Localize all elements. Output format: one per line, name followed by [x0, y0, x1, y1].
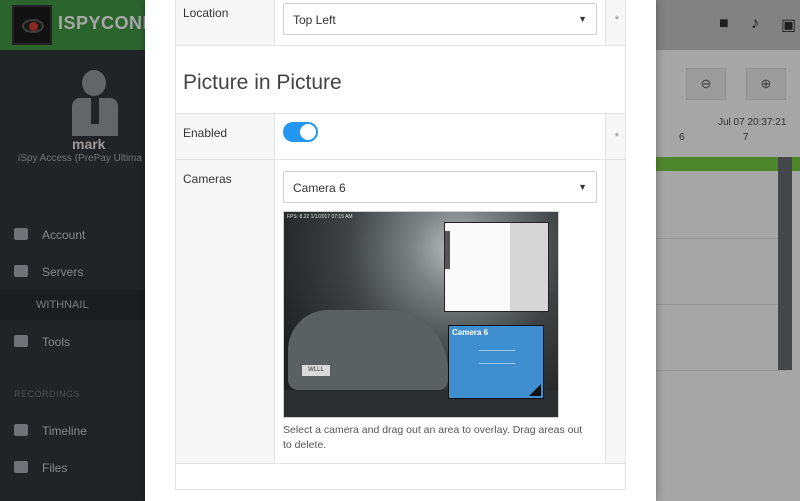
enabled-row: Enabled *	[176, 113, 625, 160]
pip-area-1[interactable]	[444, 222, 549, 312]
chevron-down-icon: ▼	[578, 182, 587, 192]
pip-area-2[interactable]: Camera 6	[448, 325, 544, 399]
app-root: ISPYCONN ■ ♪ ▣ mark iSpy Access (PrePay …	[0, 0, 800, 501]
camera-select[interactable]: Camera 6 ▼	[283, 171, 597, 203]
toggle-knob	[300, 124, 316, 140]
enabled-toggle[interactable]	[283, 122, 318, 142]
license-plate: WLLL	[302, 365, 330, 376]
location-label: Location	[183, 6, 229, 20]
settings-modal: Location Top Left ▼ * Picture in Picture…	[145, 0, 656, 501]
camera-hud-text: FPS: 8.22 1/1/2017 07:15 AM	[287, 214, 353, 220]
camera-value: Camera 6	[293, 181, 346, 195]
enabled-label: Enabled	[183, 126, 228, 140]
inset-lines	[479, 350, 515, 364]
chevron-down-icon: ▼	[578, 14, 587, 24]
pip-heading: Picture in Picture	[183, 71, 342, 94]
resize-handle[interactable]	[529, 384, 541, 396]
cameras-label: Cameras	[183, 172, 232, 186]
label-cell	[176, 160, 275, 463]
required-mark: *	[614, 131, 619, 143]
required-cell	[605, 160, 625, 463]
pip-camera-label: Camera 6	[452, 328, 489, 337]
location-row: Location Top Left ▼ *	[176, 0, 625, 46]
pip-hint-text: Select a camera and drag out an area to …	[283, 424, 583, 451]
camera-preview[interactable]: WLLL FPS: 8.22 1/1/2017 07:15 AM Camera …	[283, 211, 559, 418]
inset-bar	[445, 231, 450, 269]
inset-gray-panel	[510, 223, 548, 311]
location-select[interactable]: Top Left ▼	[283, 3, 597, 35]
location-value: Top Left	[293, 13, 336, 27]
car-shape	[288, 310, 448, 390]
required-mark: *	[614, 14, 619, 26]
